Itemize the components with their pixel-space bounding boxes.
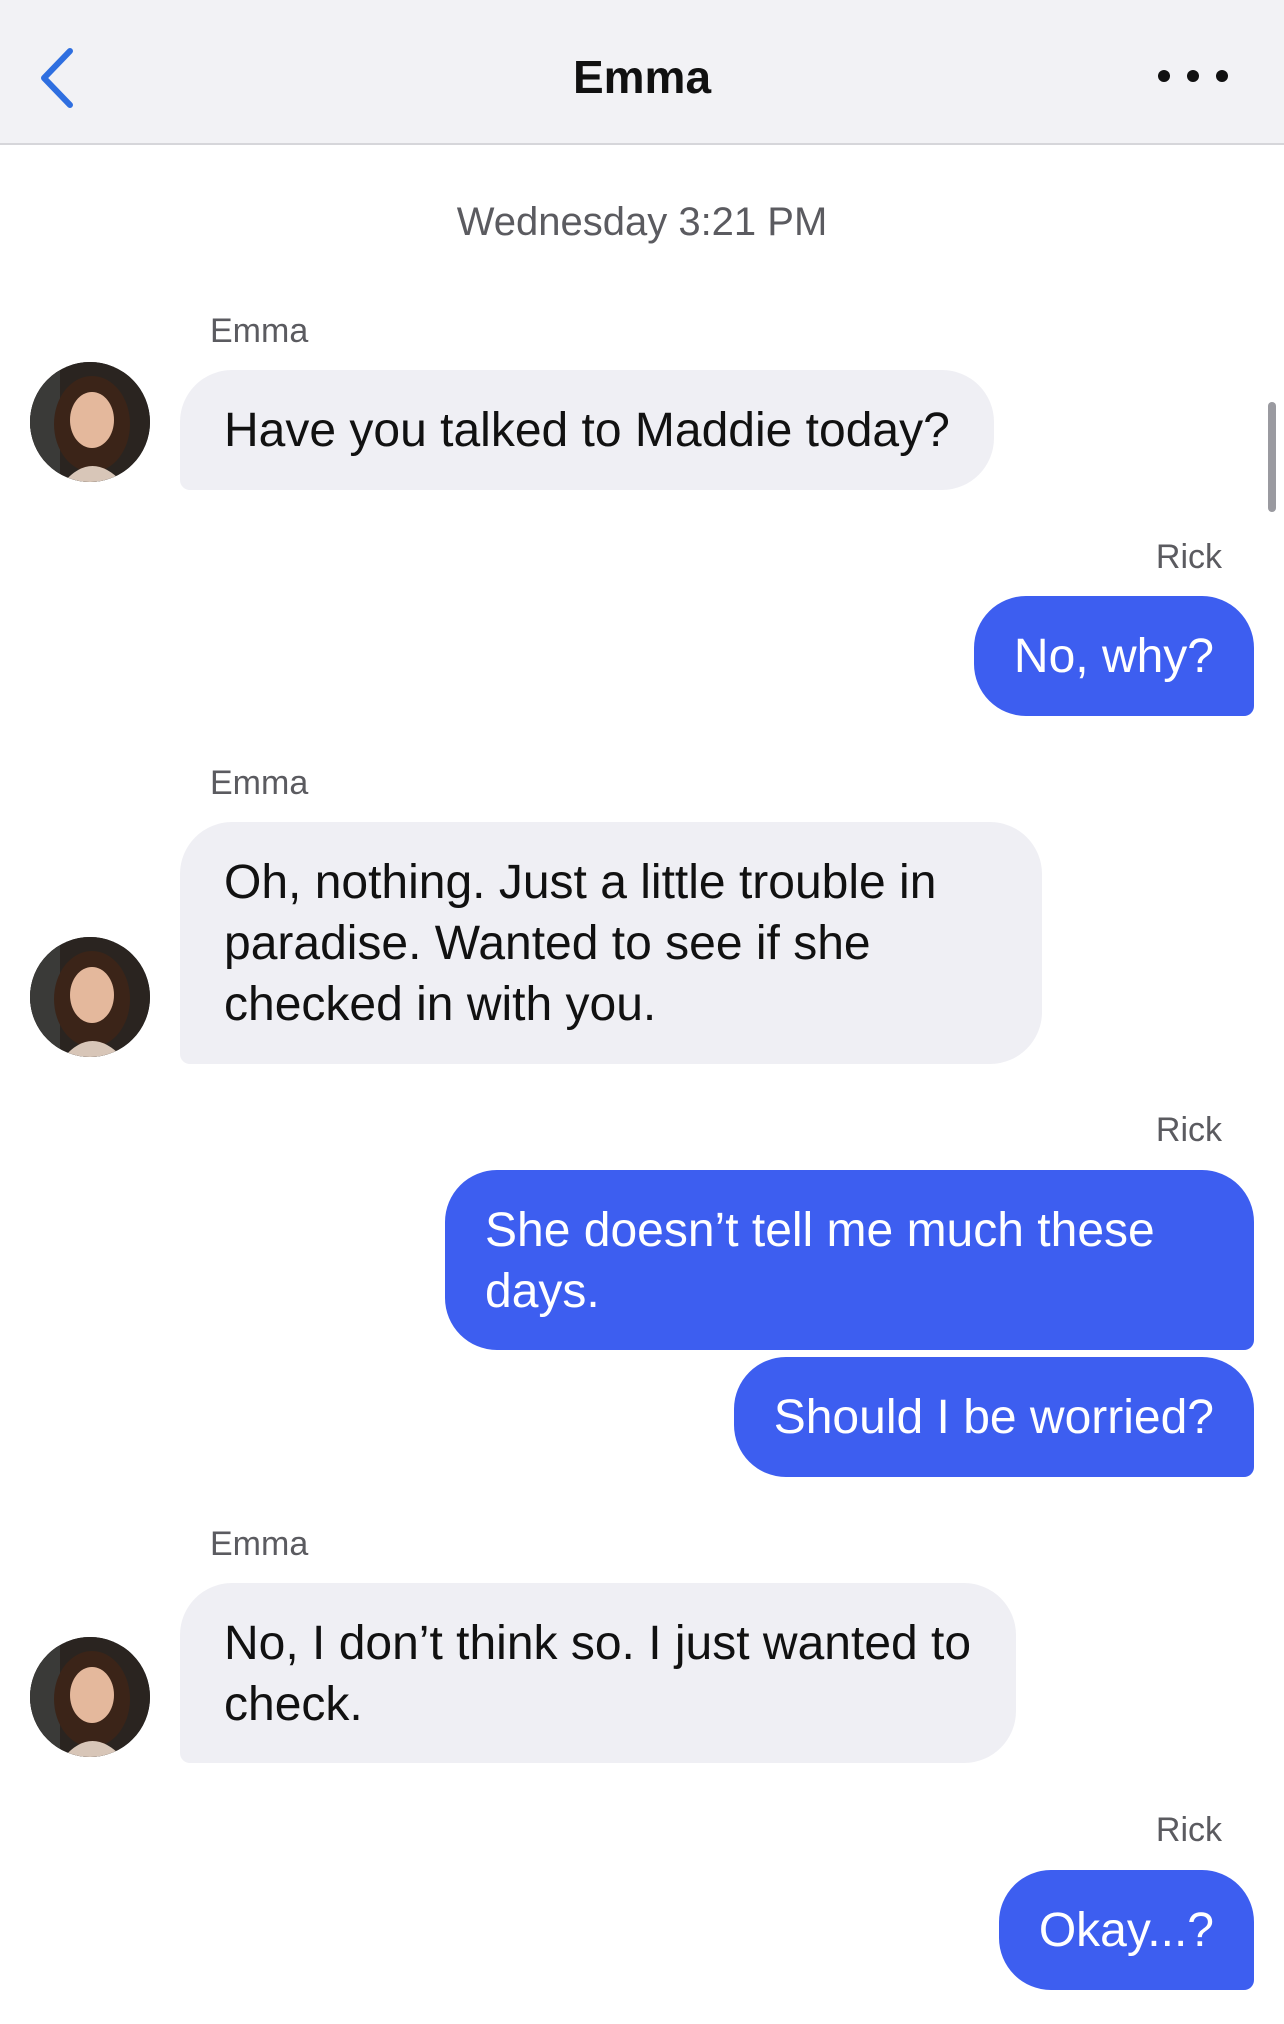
more-options-button[interactable] bbox=[1158, 56, 1228, 96]
contact-photo-icon bbox=[30, 1637, 150, 1757]
sender-name: Emma bbox=[210, 764, 309, 802]
avatar[interactable] bbox=[30, 362, 150, 482]
sender-name: Emma bbox=[210, 312, 309, 350]
outgoing-message-bubble[interactable]: Should I be worried? bbox=[733, 1357, 1254, 1477]
outgoing-message-bubble[interactable]: Okay...? bbox=[998, 1870, 1254, 1990]
contact-photo-icon bbox=[30, 362, 150, 482]
more-horizontal-icon bbox=[1158, 70, 1170, 82]
more-dot bbox=[1187, 70, 1199, 82]
outgoing-message-bubble[interactable]: She doesn’t tell me much these days. bbox=[445, 1170, 1254, 1350]
sender-name: Emma bbox=[210, 1525, 309, 1563]
scrollbar[interactable] bbox=[1268, 402, 1276, 512]
sender-name: Rick bbox=[1155, 538, 1222, 576]
more-dot bbox=[1216, 70, 1228, 82]
outgoing-message-bubble[interactable]: No, why? bbox=[973, 596, 1254, 716]
conversation-header: Emma bbox=[0, 0, 1284, 145]
conversation-timestamp: Wednesday 3:21 PM bbox=[456, 200, 828, 244]
incoming-message-bubble[interactable]: Oh, nothing. Just a little trouble in pa… bbox=[180, 822, 1042, 1064]
avatar[interactable] bbox=[30, 937, 150, 1057]
incoming-message-bubble[interactable]: No, I don’t think so. I just wanted to c… bbox=[180, 1583, 1016, 1763]
contact-photo-icon bbox=[30, 937, 150, 1057]
incoming-message-bubble[interactable]: Have you talked to Maddie today? bbox=[180, 370, 994, 490]
sender-name: Rick bbox=[1155, 1811, 1222, 1849]
sender-name: Rick bbox=[1155, 1111, 1222, 1149]
contact-name-title: Emma bbox=[572, 51, 712, 103]
avatar[interactable] bbox=[30, 1637, 150, 1757]
